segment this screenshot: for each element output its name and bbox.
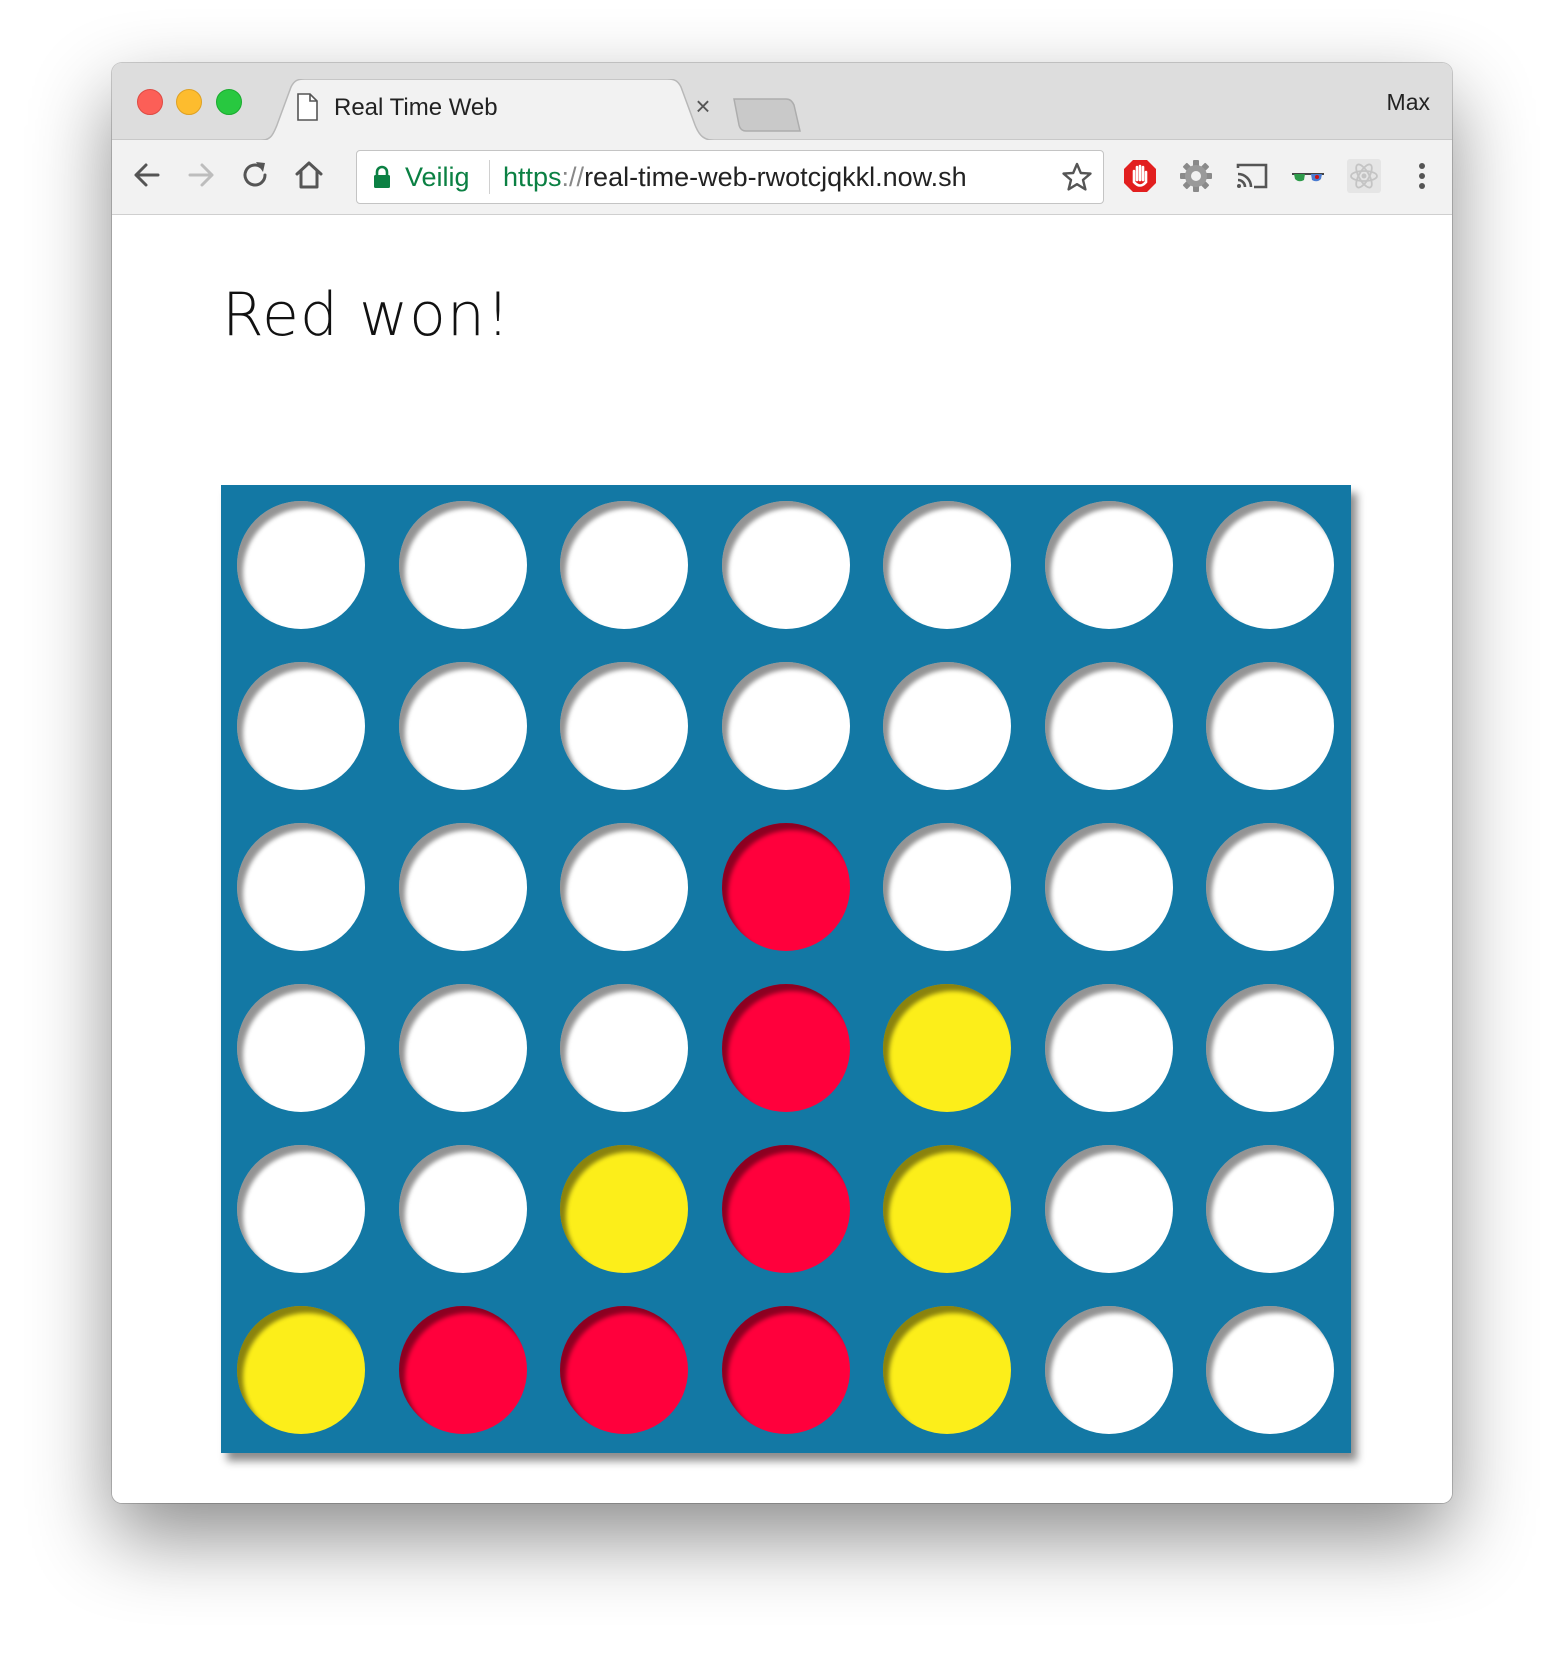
board-slot-red-disc[interactable]	[721, 984, 850, 1112]
reload-icon[interactable]	[236, 156, 274, 194]
url-scheme: https	[503, 162, 562, 192]
close-window-button[interactable]	[137, 89, 163, 115]
board-slot-empty[interactable]	[1044, 823, 1173, 951]
title-bar: Real Time Web × Max	[112, 63, 1452, 141]
board-slot-empty[interactable]	[1206, 984, 1334, 1112]
secure-label: Veilig	[405, 162, 470, 192]
board-slot-empty[interactable]	[883, 823, 1011, 951]
board-slot-empty[interactable]	[560, 823, 688, 951]
board-slot-empty[interactable]	[237, 984, 365, 1112]
board-slot-yellow-disc[interactable]	[237, 1306, 365, 1434]
address-divider	[489, 160, 490, 194]
board-slot-empty[interactable]	[721, 501, 850, 629]
board-slot-empty[interactable]	[1206, 662, 1334, 790]
tab-title: Real Time Web	[334, 94, 498, 121]
connect-four-board	[221, 485, 1351, 1453]
board-slot-empty[interactable]	[883, 501, 1011, 629]
browser-window: Real Time Web × Max Veilig https://real-…	[112, 63, 1452, 1503]
board-slot-empty[interactable]	[237, 662, 365, 790]
board-slot-empty[interactable]	[398, 984, 527, 1112]
board-slot-empty[interactable]	[1044, 662, 1173, 790]
star-icon[interactable]	[1061, 161, 1093, 193]
board-slot-empty[interactable]	[560, 984, 688, 1112]
page-icon	[297, 93, 318, 121]
board-slot-empty[interactable]	[560, 501, 688, 629]
profile-name[interactable]: Max	[1387, 87, 1430, 117]
kebab-menu-icon[interactable]	[1404, 158, 1440, 194]
board-slot-red-disc[interactable]	[560, 1306, 688, 1434]
board-slot-empty[interactable]	[398, 1145, 527, 1273]
page-content: Red won!	[112, 215, 1452, 1503]
url-host: real-time-web-rwotcjqkkl.now.sh	[584, 162, 967, 192]
url-separator: ://	[561, 162, 585, 192]
home-icon[interactable]	[290, 156, 328, 194]
board-slot-empty[interactable]	[1044, 984, 1173, 1112]
address-bar[interactable]: Veilig https://real-time-web-rwotcjqkkl.…	[356, 150, 1104, 204]
board-slot-empty[interactable]	[721, 662, 850, 790]
board-slot-yellow-disc[interactable]	[883, 984, 1011, 1112]
forward-arrow-icon[interactable]	[182, 156, 220, 194]
maximize-window-button[interactable]	[216, 89, 242, 115]
board-slot-red-disc[interactable]	[721, 823, 850, 951]
board-slot-empty[interactable]	[883, 662, 1011, 790]
board-slot-empty[interactable]	[1044, 1306, 1173, 1434]
board-slot-empty[interactable]	[1206, 501, 1334, 629]
close-tab-icon[interactable]: ×	[690, 91, 716, 121]
minimize-window-button[interactable]	[176, 89, 202, 115]
game-status-heading: Red won!	[222, 280, 511, 350]
board-slot-red-disc[interactable]	[721, 1145, 850, 1273]
back-arrow-icon[interactable]	[128, 156, 166, 194]
board-slot-yellow-disc[interactable]	[560, 1145, 688, 1273]
board-slot-red-disc[interactable]	[721, 1306, 850, 1434]
adblock-hand-icon[interactable]	[1122, 158, 1158, 194]
board-slot-empty[interactable]	[237, 1145, 365, 1273]
react-atom-icon[interactable]	[1346, 158, 1382, 194]
board-slot-yellow-disc[interactable]	[883, 1306, 1011, 1434]
glasses-icon[interactable]	[1290, 158, 1326, 194]
board-slot-empty[interactable]	[237, 501, 365, 629]
board-slot-empty[interactable]	[398, 823, 527, 951]
board-slot-empty[interactable]	[1044, 1145, 1173, 1273]
board-slot-empty[interactable]	[398, 501, 527, 629]
url-text[interactable]: https://real-time-web-rwotcjqkkl.now.sh	[503, 161, 967, 193]
board-slot-empty[interactable]	[1206, 1306, 1334, 1434]
lock-icon	[374, 165, 390, 188]
cast-icon[interactable]	[1234, 158, 1270, 194]
board-slot-empty[interactable]	[560, 662, 688, 790]
board-slot-empty[interactable]	[398, 662, 527, 790]
gear-icon[interactable]	[1178, 158, 1214, 194]
browser-toolbar: Veilig https://real-time-web-rwotcjqkkl.…	[112, 140, 1452, 215]
board-slot-empty[interactable]	[1206, 823, 1334, 951]
board-slot-empty[interactable]	[237, 823, 365, 951]
new-tab-button[interactable]	[732, 97, 802, 133]
board-slot-yellow-disc[interactable]	[883, 1145, 1011, 1273]
board-slot-empty[interactable]	[1044, 501, 1173, 629]
board-slot-empty[interactable]	[1206, 1145, 1334, 1273]
board-slot-red-disc[interactable]	[398, 1306, 527, 1434]
